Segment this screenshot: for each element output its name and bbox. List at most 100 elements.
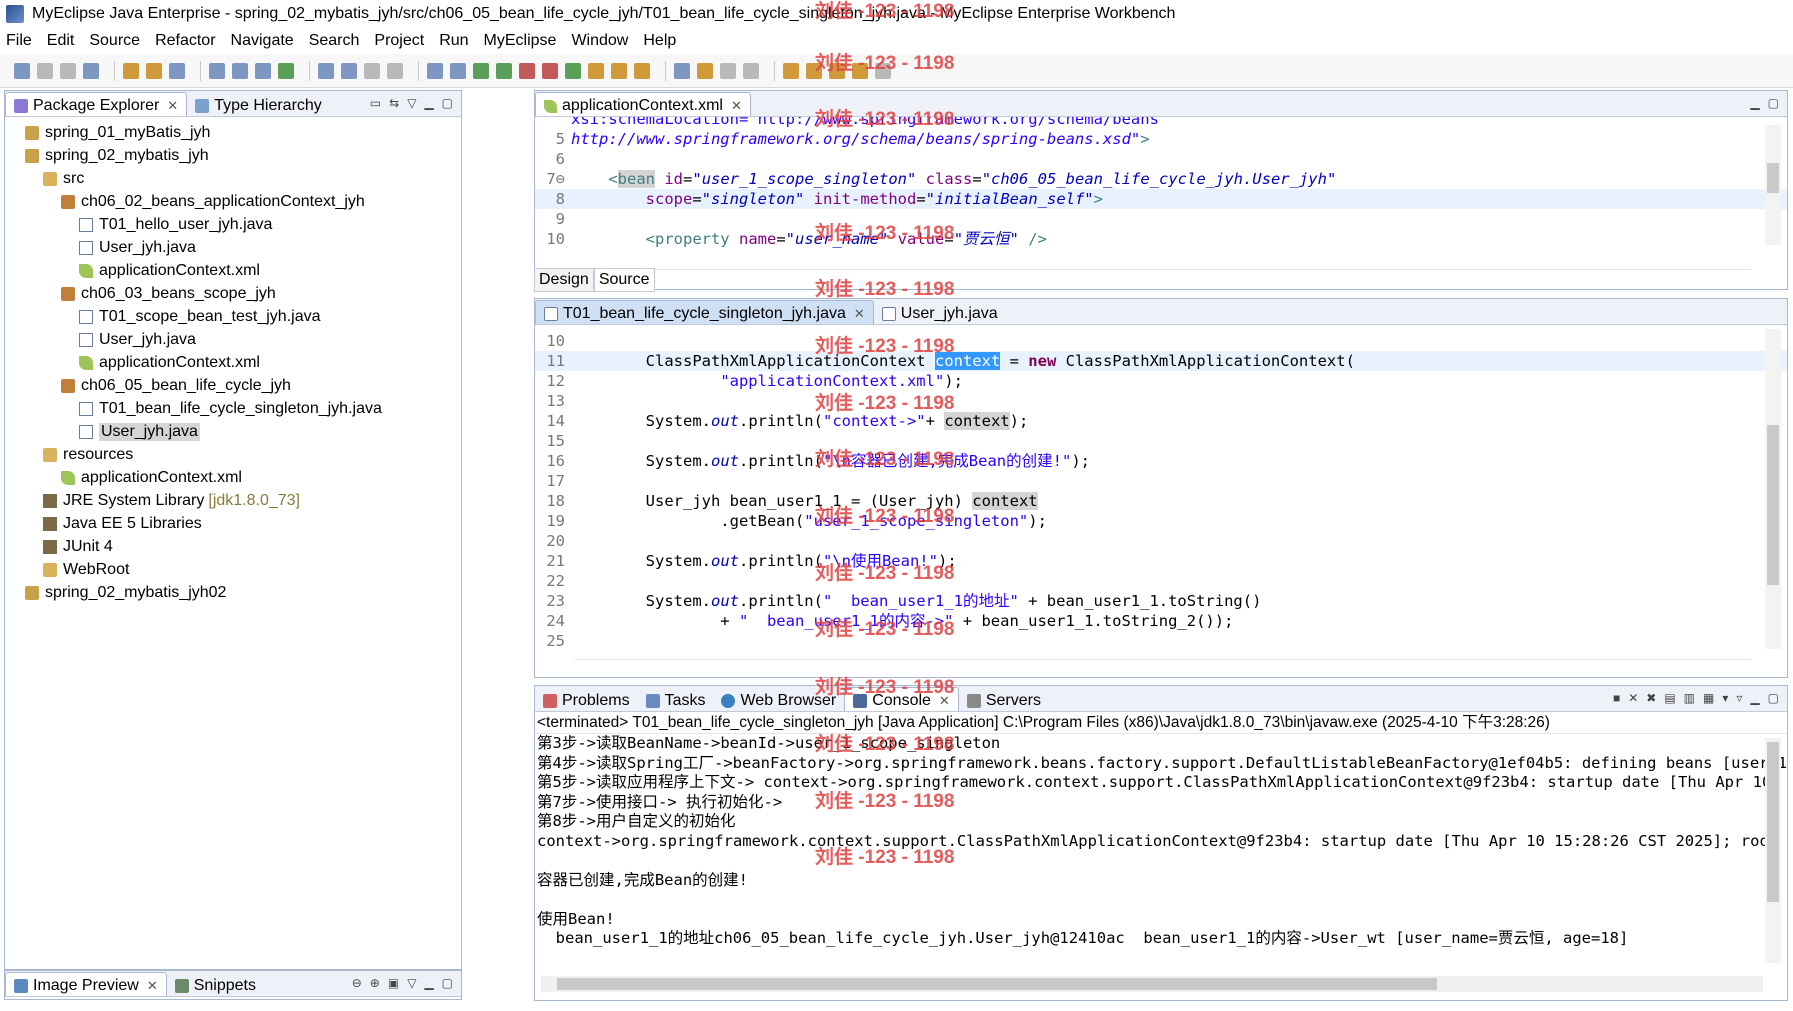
open-folder-icon[interactable] — [588, 62, 604, 79]
paragraph-icon[interactable] — [743, 62, 759, 79]
refresh-icon[interactable] — [565, 62, 581, 79]
display-selected-icon[interactable]: ▾ — [1722, 691, 1728, 705]
tab-tasks[interactable]: Tasks — [638, 687, 714, 711]
tree-item[interactable]: JUnit 4 — [5, 535, 461, 558]
collapse-all-icon[interactable]: ▭ — [370, 96, 381, 110]
external-tools-icon[interactable] — [519, 62, 535, 79]
run-icon[interactable] — [473, 62, 489, 79]
maximize-icon[interactable]: ▢ — [1768, 691, 1779, 705]
tab-web-browser[interactable]: Web Browser — [713, 687, 844, 711]
minimize-icon[interactable]: ▁ — [1750, 96, 1759, 110]
view-menu-icon[interactable]: ▽ — [407, 976, 416, 990]
java-code-area[interactable]: 10 11 ClassPathXmlApplicationContext con… — [535, 325, 1787, 655]
menu-window[interactable]: Window — [571, 32, 628, 50]
open-console-icon[interactable]: ▿ — [1736, 691, 1742, 705]
scroll-thumb[interactable] — [1767, 742, 1779, 902]
ant-icon[interactable] — [542, 62, 558, 79]
back-icon[interactable] — [852, 62, 868, 79]
menu-myeclipse[interactable]: MyEclipse — [484, 32, 557, 50]
xml-code-area[interactable]: xsi:schemaLocation="http://www.springfra… — [535, 117, 1787, 265]
folder-icon[interactable] — [634, 62, 650, 79]
tree-item[interactable]: User_jyh.java — [5, 236, 461, 259]
scroll-thumb[interactable] — [1767, 163, 1779, 193]
package-icon[interactable] — [146, 62, 162, 79]
scroll-lock-icon[interactable]: ▥ — [1684, 691, 1695, 705]
tree-item[interactable]: src — [5, 167, 461, 190]
close-icon[interactable]: ✕ — [147, 978, 158, 994]
new-project-icon[interactable] — [123, 62, 139, 79]
maximize-icon[interactable]: ▢ — [442, 96, 453, 110]
deploy-icon[interactable] — [169, 62, 185, 79]
minimize-icon[interactable]: ▁ — [424, 96, 433, 110]
new-icon[interactable] — [14, 62, 30, 79]
console-output[interactable]: 第3步->读取BeanName->beanId->user_1_scope_si… — [535, 734, 1787, 949]
tab-image-preview[interactable]: Image Preview ✕ — [5, 972, 167, 996]
wizard-icon[interactable] — [318, 62, 334, 79]
print-icon[interactable] — [83, 62, 99, 79]
link-editor-icon[interactable]: ⇆ — [389, 96, 399, 110]
menu-file[interactable]: File — [6, 32, 32, 50]
maximize-icon[interactable]: ▢ — [442, 976, 453, 990]
tab-servers[interactable]: Servers — [959, 687, 1049, 711]
close-icon[interactable]: ✕ — [731, 98, 742, 114]
menu-project[interactable]: Project — [374, 32, 424, 50]
remove-all-icon[interactable]: ✖ — [1646, 691, 1656, 705]
tab-source[interactable]: Source — [593, 268, 655, 292]
tree-item[interactable]: spring_02_mybatis_jyh02 — [5, 581, 461, 604]
menu-edit[interactable]: Edit — [47, 32, 75, 50]
menu-navigate[interactable]: Navigate — [231, 32, 294, 50]
minimize-icon[interactable]: ▁ — [424, 976, 433, 990]
tree-item[interactable]: ch06_03_beans_scope_jyh — [5, 282, 461, 305]
annotation-icon[interactable] — [674, 62, 690, 79]
maximize-icon[interactable]: ▢ — [1768, 96, 1779, 110]
tab-applicationcontext-xml[interactable]: applicationContext.xml ✕ — [535, 92, 751, 116]
zoom-in-icon[interactable]: ⊕ — [370, 976, 380, 990]
tree-item[interactable]: User_jyh.java — [5, 328, 461, 351]
tree-item[interactable]: User_jyh.java — [5, 420, 461, 443]
highlight-icon[interactable] — [697, 62, 713, 79]
block-icon[interactable] — [720, 62, 736, 79]
tree-item[interactable]: T01_scope_bean_test_jyh.java — [5, 305, 461, 328]
java-horizontal-scrollbar[interactable] — [575, 659, 1751, 673]
tree-item[interactable]: applicationContext.xml — [5, 351, 461, 374]
tab-snippets[interactable]: Snippets — [167, 972, 264, 996]
tree-item[interactable]: Java EE 5 Libraries — [5, 512, 461, 535]
search-icon[interactable] — [255, 62, 271, 79]
minimize-icon[interactable]: ▁ — [1750, 691, 1759, 705]
zoom-out-icon[interactable]: ⊖ — [352, 976, 362, 990]
java-vertical-scrollbar[interactable] — [1765, 329, 1781, 649]
server-icon[interactable] — [209, 62, 225, 79]
pin-console-icon[interactable]: ▦ — [1703, 691, 1714, 705]
save-icon[interactable] — [37, 62, 53, 79]
db-icon[interactable] — [427, 62, 443, 79]
tree-item[interactable]: resources — [5, 443, 461, 466]
tree-item[interactable]: T01_hello_user_jyh.java — [5, 213, 461, 236]
terminate-icon[interactable]: ■ — [1613, 691, 1620, 705]
tab-t01-bean-life-cycle[interactable]: T01_bean_life_cycle_singleton_jyh.java ✕ — [535, 300, 874, 324]
clear-console-icon[interactable]: ▤ — [1664, 691, 1675, 705]
fit-icon[interactable]: ▣ — [388, 976, 399, 990]
link-icon[interactable] — [364, 62, 380, 79]
console-vertical-scrollbar[interactable] — [1765, 738, 1781, 963]
console-horizontal-scrollbar[interactable] — [541, 976, 1763, 992]
scroll-thumb[interactable] — [1767, 425, 1779, 585]
tree-item[interactable]: JRE System Library [jdk1.8.0_73] — [5, 489, 461, 512]
unlink-icon[interactable] — [387, 62, 403, 79]
tab-package-explorer[interactable]: Package Explorer ✕ — [5, 92, 188, 116]
tree-item[interactable]: spring_02_mybatis_jyh — [5, 144, 461, 167]
tree-item[interactable]: applicationContext.xml — [5, 259, 461, 282]
menu-help[interactable]: Help — [643, 32, 676, 50]
remove-launch-icon[interactable]: ✕ — [1628, 691, 1638, 705]
tree-item[interactable]: WebRoot — [5, 558, 461, 581]
menu-run[interactable]: Run — [439, 32, 468, 50]
menu-search[interactable]: Search — [309, 32, 360, 50]
next-annotation-icon[interactable] — [783, 62, 799, 79]
xml-horizontal-scrollbar[interactable] — [575, 269, 1751, 283]
browser-icon[interactable] — [278, 62, 294, 79]
tab-problems[interactable]: Problems — [535, 687, 638, 711]
tree-item[interactable]: spring_01_myBatis_jyh — [5, 121, 461, 144]
tree-item[interactable]: T01_bean_life_cycle_singleton_jyh.java — [5, 397, 461, 420]
forward-icon[interactable] — [875, 62, 891, 79]
bug-icon[interactable] — [450, 62, 466, 79]
menu-source[interactable]: Source — [89, 32, 140, 50]
